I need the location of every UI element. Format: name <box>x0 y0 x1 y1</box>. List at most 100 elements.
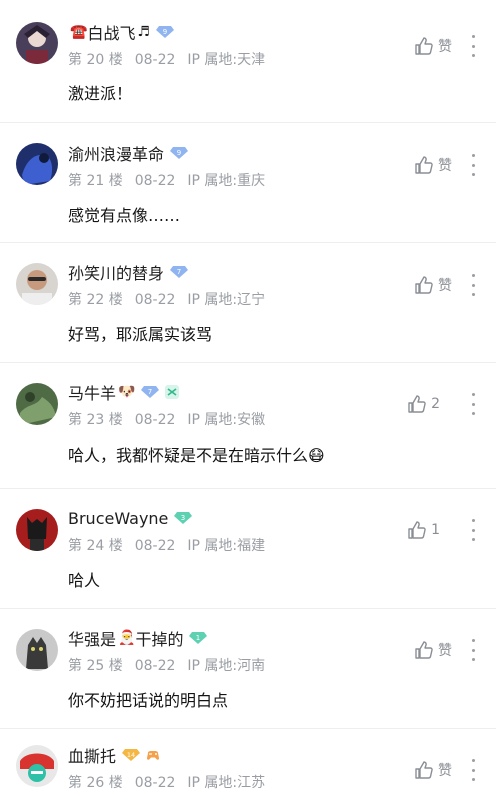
more-options-icon[interactable] <box>470 639 476 661</box>
comment-item: 孙笑川的替身 7 第 22 楼 08-22 IP 属地:辽宁 好骂，耶派属实该骂 赞 <box>0 243 496 363</box>
username[interactable]: 华强是 🎅 干掉的 1 <box>68 626 208 650</box>
level-badge: 3 <box>173 511 193 525</box>
ip-location: IP 属地:辽宁 <box>187 292 266 308</box>
comment-date: 08-22 <box>134 412 176 428</box>
level-number: 9 <box>163 28 167 36</box>
level-badge: 9 <box>169 146 189 160</box>
thumbs-up-icon <box>415 761 433 779</box>
like-label: 赞 <box>438 643 452 659</box>
ip-location: IP 属地:天津 <box>187 52 266 68</box>
comment-item: 血撕托 14 第 26 楼 08-22 IP 属地:江苏 赞 <box>0 729 496 800</box>
ip-location: IP 属地:河南 <box>187 658 266 674</box>
avatar[interactable] <box>16 509 58 551</box>
username[interactable]: ☎️ 白战飞 ♬ 9 <box>68 20 175 44</box>
mask-emoji-icon: 😷 <box>308 446 325 465</box>
like-button[interactable]: 赞 <box>414 760 452 780</box>
username-text: 马牛羊 <box>68 384 117 403</box>
like-label: 赞 <box>438 763 452 779</box>
like-label: 赞 <box>438 158 452 174</box>
level-badge: 9 <box>155 25 175 39</box>
comment-item: 渝州浪漫革命 9 第 21 楼 08-22 IP 属地:重庆 感觉有点像…… 赞 <box>0 123 496 243</box>
comment-date: 08-22 <box>134 173 176 189</box>
username-text: 白战飞 <box>87 24 136 43</box>
username-text: 孙笑川的替身 <box>68 264 165 283</box>
comment-content[interactable]: 哈人 <box>68 567 100 591</box>
floor-number: 第 26 楼 <box>68 775 123 791</box>
level-badge: 7 <box>140 385 160 399</box>
level-number: 1 <box>196 634 200 642</box>
comment-content[interactable]: 感觉有点像…… <box>68 202 180 226</box>
username[interactable]: 马牛羊 🐶 7 <box>68 380 180 404</box>
thumbs-up-icon <box>415 37 433 55</box>
floor-number: 第 22 楼 <box>68 292 123 308</box>
level-badge: 1 <box>188 631 208 645</box>
comment-meta: 第 24 楼 08-22 IP 属地:福建 <box>68 535 277 555</box>
thumbs-up-icon <box>408 521 426 539</box>
level-number: 9 <box>177 149 181 157</box>
floor-number: 第 20 楼 <box>68 52 123 68</box>
comment-date: 08-22 <box>134 292 176 308</box>
thumbs-up-icon <box>415 156 433 174</box>
username-text: BruceWayne <box>68 508 169 528</box>
like-button[interactable]: 赞 <box>414 155 452 175</box>
username-text: 血撕托 <box>68 747 117 766</box>
floor-number: 第 21 楼 <box>68 173 123 189</box>
username-text-suffix: 干掉的 <box>135 630 184 649</box>
username-text: 渝州浪漫革命 <box>68 145 165 164</box>
level-number: 14 <box>127 751 135 759</box>
comment-meta: 第 25 楼 08-22 IP 属地:河南 <box>68 655 277 675</box>
comment-list: ☎️ 白战飞 ♬ 9 第 20 楼 08-22 IP 属地:天津 激进派！ 赞 渝州… <box>0 0 496 800</box>
more-options-icon[interactable] <box>470 759 476 781</box>
avatar[interactable] <box>16 383 58 425</box>
username[interactable]: 孙笑川的替身 7 <box>68 260 189 284</box>
like-button[interactable]: 赞 <box>414 640 452 660</box>
more-options-icon[interactable] <box>470 519 476 541</box>
more-options-icon[interactable] <box>470 274 476 296</box>
comment-content[interactable]: 激进派！ <box>68 80 132 104</box>
more-options-icon[interactable] <box>470 154 476 176</box>
comment-date: 08-22 <box>134 538 176 554</box>
like-count: 2 <box>431 396 440 412</box>
level-number: 7 <box>148 388 152 396</box>
avatar[interactable] <box>16 263 58 305</box>
floor-number: 第 24 楼 <box>68 538 123 554</box>
thumbs-up-icon <box>415 641 433 659</box>
username[interactable]: BruceWayne 3 <box>68 506 193 530</box>
username-text: 华强是 <box>68 630 117 649</box>
phone-emoji-icon: ☎️ <box>70 24 88 40</box>
comment-content[interactable]: 哈人，我都怀疑是不是在暗示什么😷 <box>68 442 325 466</box>
username[interactable]: 渝州浪漫革命 9 <box>68 141 189 165</box>
thumbs-up-icon <box>415 276 433 294</box>
avatar[interactable] <box>16 629 58 671</box>
comment-meta: 第 20 楼 08-22 IP 属地:天津 <box>68 49 277 69</box>
ip-location: IP 属地:福建 <box>187 538 266 554</box>
gamepad-badge-icon <box>145 747 161 763</box>
username[interactable]: 血撕托 14 <box>68 743 161 767</box>
music-note-icon: ♬ <box>137 24 151 40</box>
floor-number: 第 25 楼 <box>68 658 123 674</box>
more-options-icon[interactable] <box>470 35 476 57</box>
comment-content[interactable]: 好骂，耶派属实该骂 <box>68 321 212 345</box>
like-button[interactable]: 1 <box>407 520 440 540</box>
avatar[interactable] <box>16 143 58 185</box>
comment-item: 马牛羊 🐶 7 第 23 楼 08-22 IP 属地:安徽 哈人，我都怀疑是不是在暗… <box>0 363 496 489</box>
floor-number: 第 23 楼 <box>68 412 123 428</box>
like-button[interactable]: 赞 <box>414 36 452 56</box>
comment-content[interactable]: 你不妨把话说的明白点 <box>68 687 228 711</box>
comment-meta: 第 22 楼 08-22 IP 属地:辽宁 <box>68 289 277 309</box>
avatar[interactable] <box>16 22 58 64</box>
avatar[interactable] <box>16 745 58 787</box>
ip-location: IP 属地:江苏 <box>187 775 266 791</box>
member-badge-icon <box>164 384 180 400</box>
comment-item: ☎️ 白战飞 ♬ 9 第 20 楼 08-22 IP 属地:天津 激进派！ 赞 <box>0 0 496 123</box>
like-label: 赞 <box>438 39 452 55</box>
more-options-icon[interactable] <box>470 393 476 415</box>
thumbs-up-icon <box>408 395 426 413</box>
like-button[interactable]: 2 <box>407 394 440 414</box>
comment-item: BruceWayne 3 第 24 楼 08-22 IP 属地:福建 哈人 1 <box>0 489 496 609</box>
level-number: 3 <box>181 514 185 522</box>
level-badge: 14 <box>121 748 141 762</box>
like-button[interactable]: 赞 <box>414 275 452 295</box>
comment-date: 08-22 <box>134 658 176 674</box>
like-count: 1 <box>431 522 440 538</box>
